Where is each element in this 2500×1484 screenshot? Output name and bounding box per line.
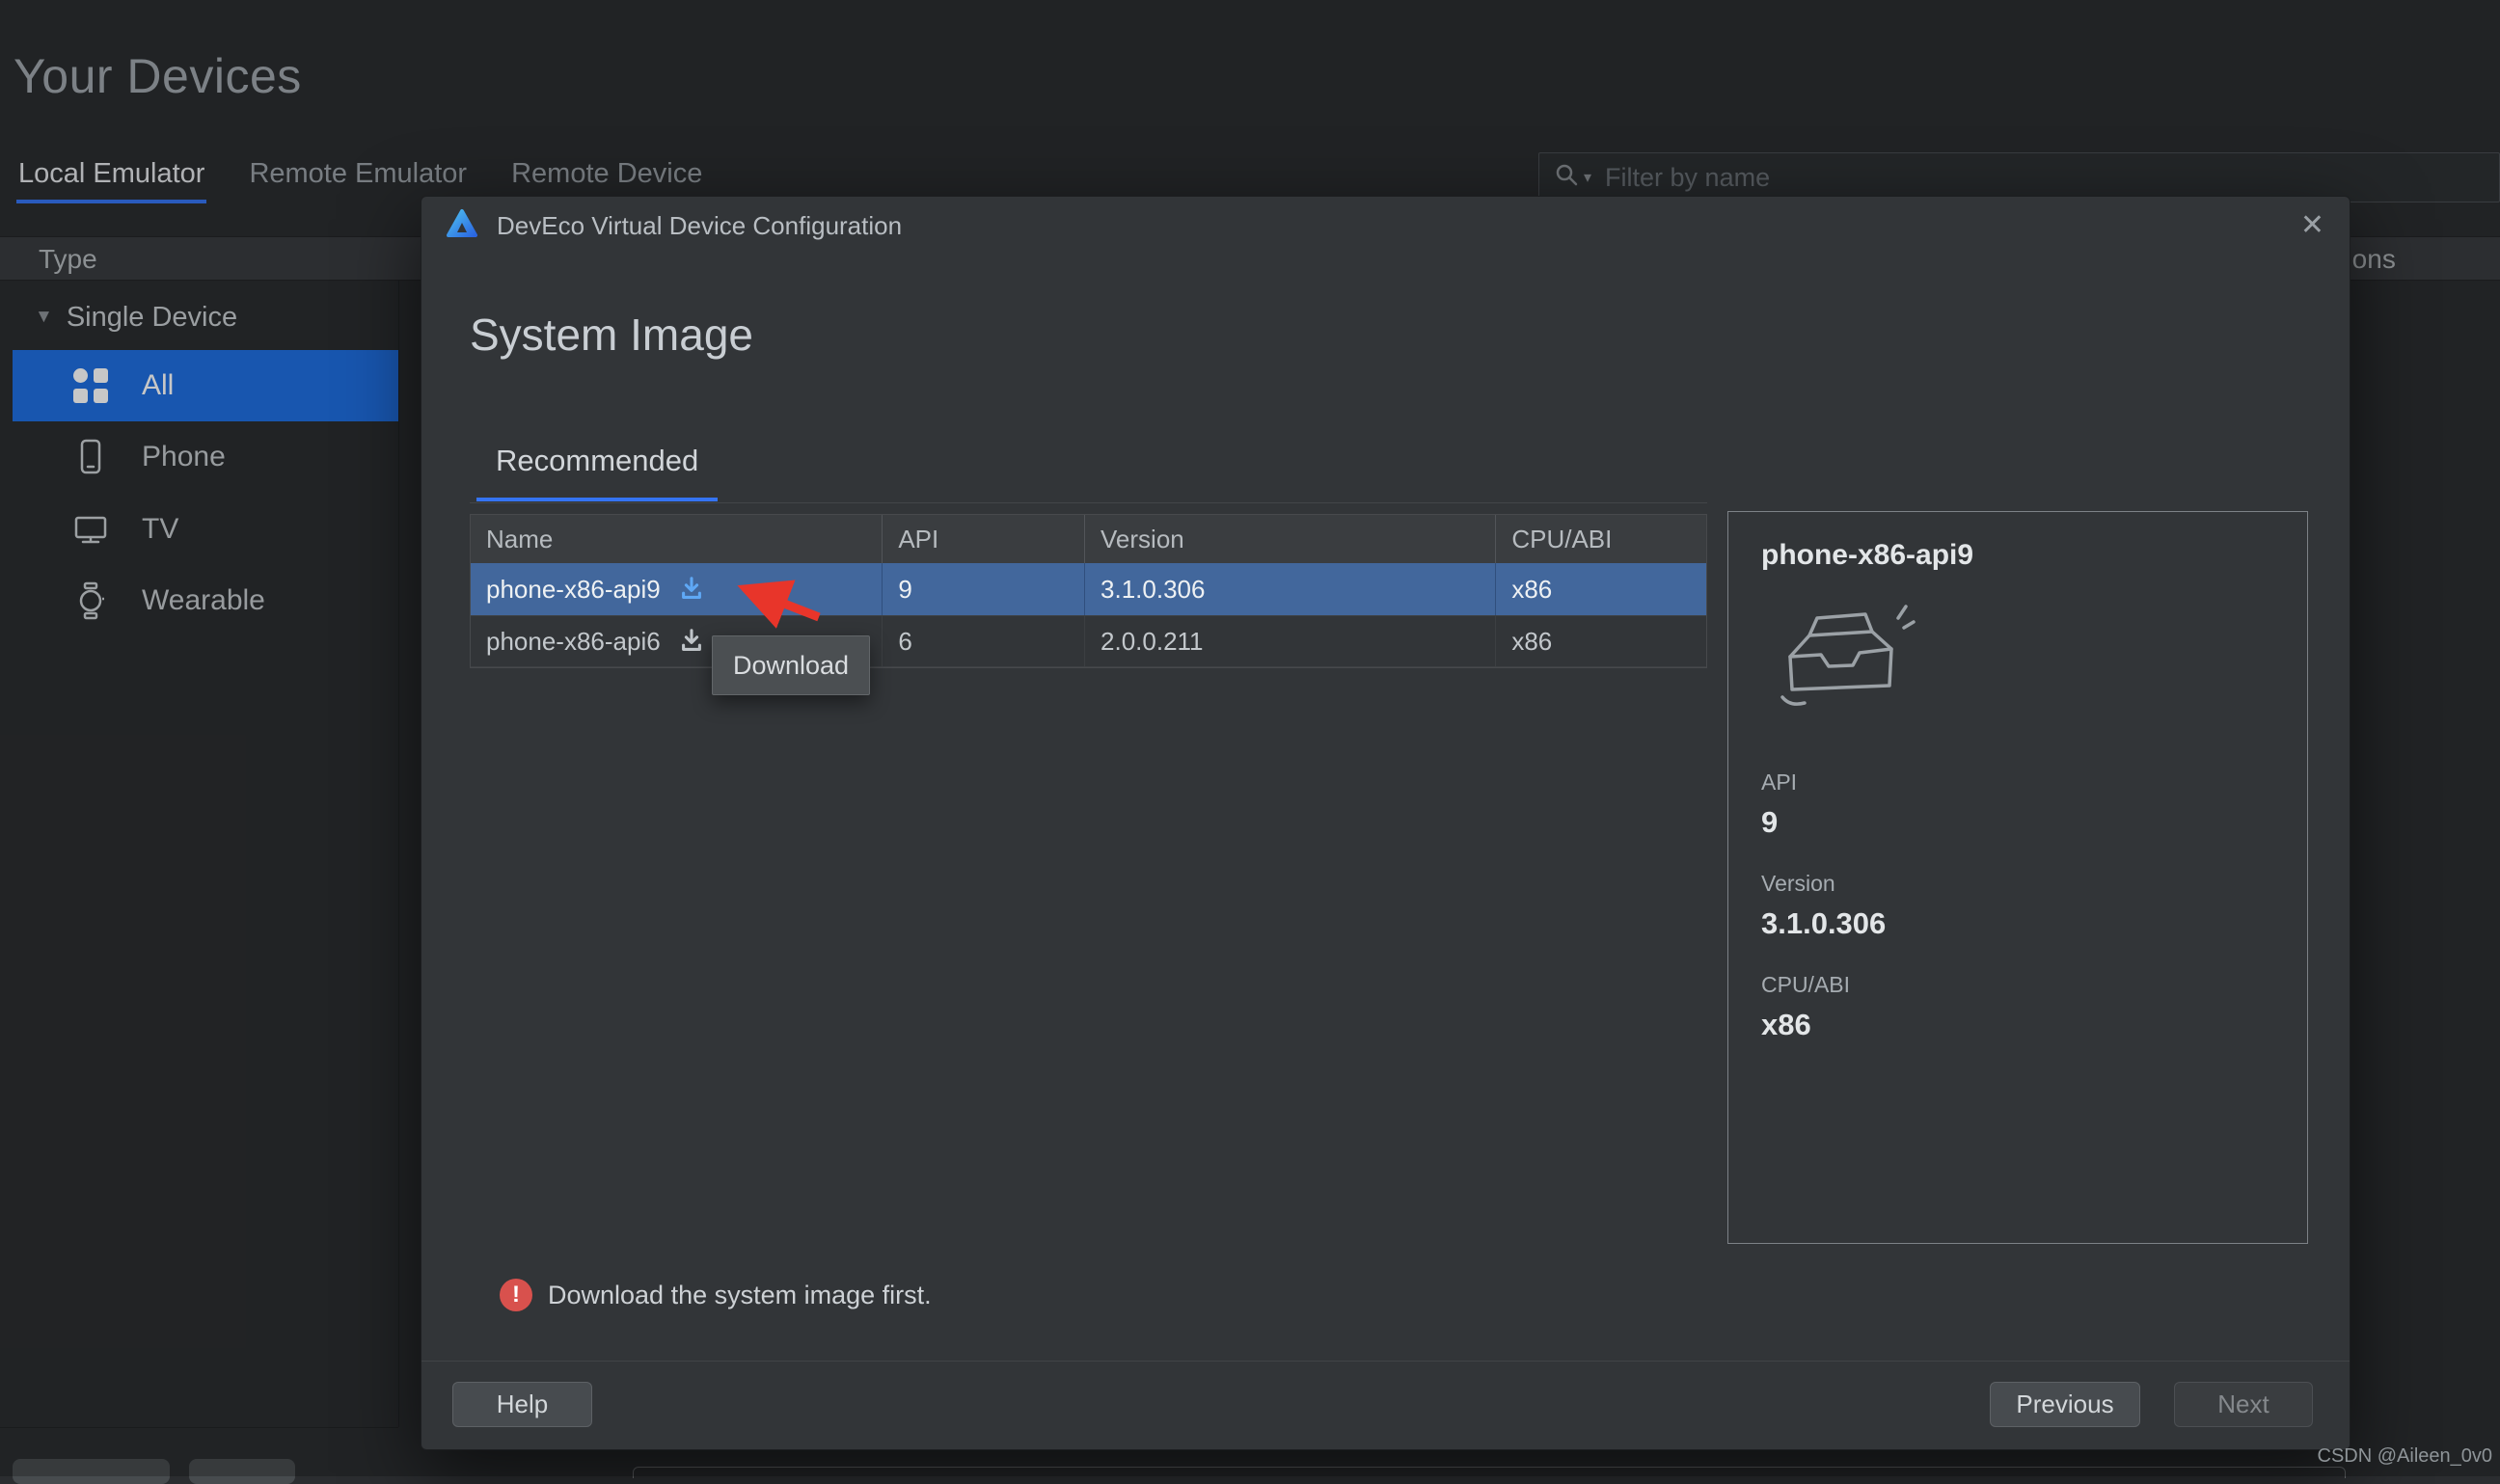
deveco-logo-icon [445, 206, 479, 246]
watermark-text: CSDN @Aileen_0v0 [2318, 1445, 2493, 1468]
details-version-label: Version [1761, 871, 2274, 897]
error-message: Download the system image first. [548, 1281, 932, 1310]
footer-divider [421, 1361, 2350, 1362]
dialog-title: DevEco Virtual Device Configuration [497, 211, 902, 241]
previous-button[interactable]: Previous [1990, 1382, 2140, 1427]
table-row-phone-x86-api9[interactable]: phone-x86-api9 9 3.1.0.306 x86 [471, 563, 1706, 615]
details-api-value: 9 [1761, 805, 2274, 840]
next-button[interactable]: Next [2174, 1382, 2313, 1427]
close-icon[interactable]: ✕ [2300, 208, 2324, 242]
download-tooltip: Download [712, 635, 870, 695]
details-version-value: 3.1.0.306 [1761, 906, 2274, 941]
tab-baseline [470, 502, 1707, 503]
empty-inbox-sketch-icon [1761, 589, 2274, 739]
header-version: Version [1085, 515, 1496, 563]
download-icon[interactable] [678, 576, 705, 603]
header-api: API [883, 515, 1085, 563]
table-row-phone-x86-api6[interactable]: phone-x86-api6 6 2.0.0.211 x86 [471, 615, 1706, 667]
details-api-label: API [1761, 769, 2274, 796]
tab-recommended[interactable]: Recommended [476, 444, 718, 501]
system-image-table: Name API Version CPU/ABI phone-x86-api9 … [470, 514, 1707, 668]
details-cpu-abi-value: x86 [1761, 1008, 2274, 1042]
header-cpu-abi: CPU/ABI [1496, 515, 1706, 563]
details-title: phone-x86-api9 [1761, 539, 2274, 572]
dialog-titlebar: DevEco Virtual Device Configuration ✕ [421, 197, 2350, 255]
download-icon[interactable] [678, 628, 705, 655]
error-icon: ! [500, 1279, 532, 1311]
system-image-heading: System Image [470, 309, 753, 361]
validation-message-row: ! Download the system image first. [500, 1273, 932, 1317]
table-header-row: Name API Version CPU/ABI [471, 515, 1706, 563]
virtual-device-configuration-dialog: DevEco Virtual Device Configuration ✕ Sy… [421, 196, 2351, 1450]
image-details-panel: phone-x86-api9 API 9 Version 3.1.0.306 C… [1727, 511, 2308, 1244]
details-cpu-abi-label: CPU/ABI [1761, 972, 2274, 998]
help-button[interactable]: Help [452, 1382, 592, 1427]
header-name: Name [471, 515, 883, 563]
